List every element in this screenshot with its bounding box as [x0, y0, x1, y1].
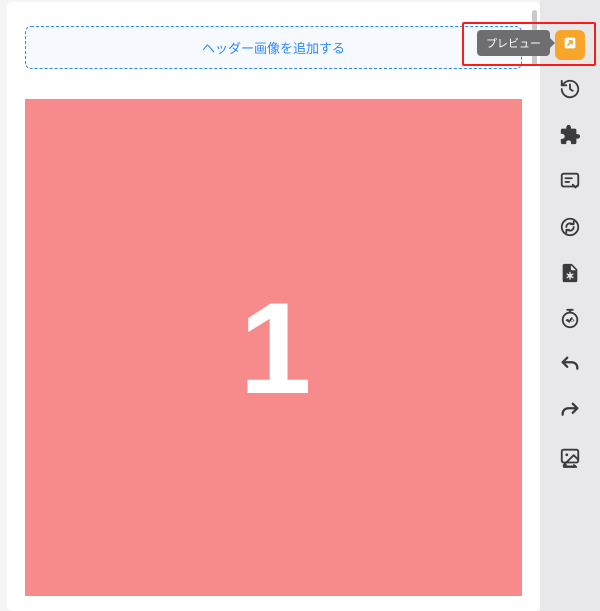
file-settings-button[interactable] [555, 260, 585, 290]
timer-icon: </> [559, 308, 581, 335]
main-panel: ヘッダー画像を追加する 1 [0, 0, 540, 611]
sync-icon [559, 216, 581, 243]
undo-icon [559, 354, 581, 381]
history-icon [559, 78, 581, 105]
editor-card: ヘッダー画像を追加する 1 [7, 2, 540, 611]
history-button[interactable] [555, 76, 585, 106]
form-button[interactable] [555, 168, 585, 198]
undo-button[interactable] [555, 352, 585, 382]
svg-text:</>: </> [565, 317, 575, 324]
extension-button[interactable] [555, 122, 585, 152]
image-swap-icon [559, 446, 581, 473]
preview-tooltip-text: プレビュー [486, 38, 541, 50]
extension-icon [559, 124, 581, 151]
image-swap-button[interactable] [555, 444, 585, 474]
file-settings-icon [559, 262, 581, 289]
redo-button[interactable] [555, 398, 585, 428]
right-toolbar: </> [540, 0, 600, 611]
image-number-text: 1 [239, 273, 307, 423]
timer-button[interactable]: </> [555, 306, 585, 336]
form-icon [559, 170, 581, 197]
sync-button[interactable] [555, 214, 585, 244]
add-header-image-label: ヘッダー画像を追加する [202, 41, 345, 56]
redo-icon [559, 400, 581, 427]
preview-tooltip: プレビュー [477, 30, 550, 56]
add-header-image-button[interactable]: ヘッダー画像を追加する [25, 26, 522, 69]
content-image-block[interactable]: 1 [25, 99, 522, 596]
preview-icon [562, 35, 578, 56]
preview-button[interactable] [555, 30, 585, 60]
